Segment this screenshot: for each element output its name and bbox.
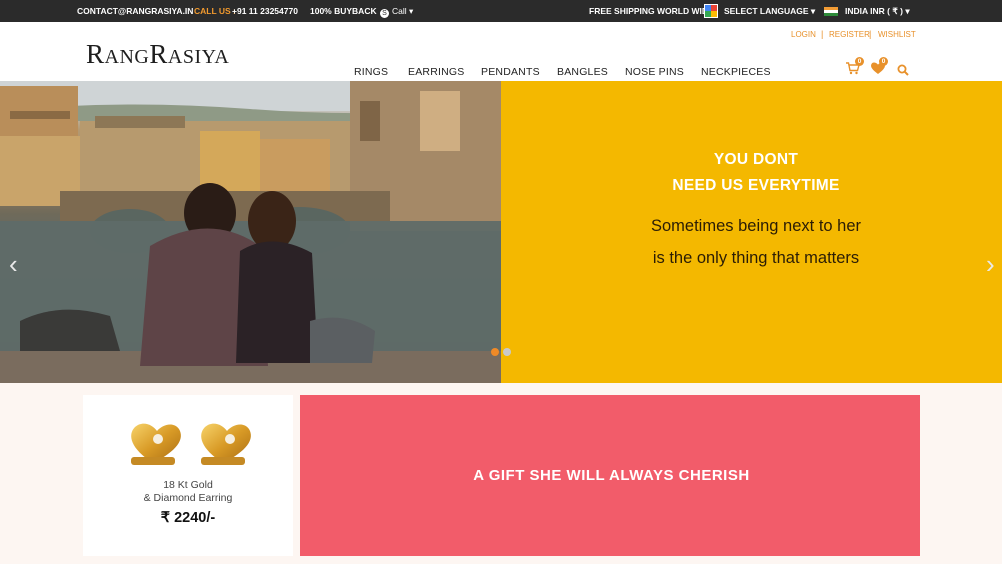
buyback-label: 100% BUYBACK xyxy=(310,6,377,16)
free-shipping-label: FREE SHIPPING WORLD WIDE xyxy=(589,6,714,16)
hero-subtext-line1: Sometimes being next to her xyxy=(650,217,862,235)
search-icon xyxy=(897,64,909,76)
wishlist-button[interactable]: 0 xyxy=(870,57,888,80)
call-dropdown[interactable]: S Call ▾ xyxy=(380,6,413,18)
caret-down-icon: ▾ xyxy=(905,6,910,16)
register-link[interactable]: REGISTER xyxy=(829,30,870,39)
hero-slider: YOU DONT NEED US EVERYTIME Sometimes bei… xyxy=(0,81,1002,383)
chevron-right-icon[interactable]: › xyxy=(986,249,995,280)
nav-rings[interactable]: RINGS xyxy=(354,66,388,78)
product-name-line1: 18 Kt Gold xyxy=(163,479,213,491)
cart-count-badge: 0 xyxy=(855,57,864,66)
product-card[interactable]: 18 Kt Gold & Diamond Earring ₹ 2240/- xyxy=(83,395,293,556)
gift-promo-banner[interactable]: A GIFT SHE WILL ALWAYS CHERISH xyxy=(300,395,920,556)
translate-icon xyxy=(704,4,718,18)
promo-headline: A GIFT SHE WILL ALWAYS CHERISH xyxy=(473,467,750,484)
select-language-label: SELECT LANGUAGE xyxy=(724,6,809,16)
nav-neckpieces[interactable]: NECKPIECES xyxy=(701,66,771,78)
hero-headline-line1: YOU DONT xyxy=(713,151,799,168)
chevron-left-icon[interactable]: ‹ xyxy=(9,249,18,280)
nav-earrings[interactable]: EARRINGS xyxy=(408,66,464,78)
product-price: ₹ 2240/- xyxy=(83,510,293,526)
select-language[interactable]: SELECT LANGUAGE ▾ xyxy=(724,6,815,17)
site-logo[interactable]: RANGRASIYA xyxy=(86,39,229,70)
separator: | xyxy=(869,29,872,39)
hero-headline-line2: NEED US EVERYTIME xyxy=(672,177,840,194)
caret-down-icon: ▾ xyxy=(409,6,414,16)
login-link[interactable]: LOGIN xyxy=(791,30,816,39)
call-us-label: CALL US : xyxy=(194,6,236,16)
nav-nose-pins[interactable]: NOSE PINS xyxy=(625,66,684,78)
hero-subtext-line2: is the only thing that matters xyxy=(652,249,860,267)
wishlist-link[interactable]: WISHLIST xyxy=(878,30,916,39)
nav-bangles[interactable]: BANGLES xyxy=(557,66,608,78)
call-dropdown-label: Call xyxy=(392,6,407,16)
site-header: RANGRASIYA LOGIN | REGISTER | WISHLIST R… xyxy=(0,22,1002,81)
hero-photo-couple-bridge xyxy=(0,81,501,383)
currency-selector[interactable]: INDIA INR ( ₹ ) ▾ xyxy=(845,6,910,17)
slider-dot-2[interactable] xyxy=(503,348,511,356)
nav-pendants[interactable]: PENDANTS xyxy=(481,66,540,78)
wishlist-count-badge: 0 xyxy=(879,57,888,66)
india-flag-icon xyxy=(824,7,838,16)
separator: | xyxy=(821,29,824,39)
top-bar: CONTACT@RANGRASIYA.IN CALL US : +91 11 2… xyxy=(0,0,1002,22)
product-price-value: 2240/- xyxy=(174,510,216,526)
product-name-line2: & Diamond Earring xyxy=(143,492,233,504)
cart-button[interactable]: 0 xyxy=(845,57,864,80)
currency-label: INDIA INR ( ₹ ) xyxy=(845,6,903,16)
phone-number[interactable]: +91 11 23254770 xyxy=(232,6,298,16)
hero-text-panel: YOU DONT NEED US EVERYTIME Sometimes bei… xyxy=(501,81,1002,383)
caret-down-icon: ▾ xyxy=(810,6,816,16)
rupee-icon: ₹ xyxy=(160,510,171,526)
hero-photo-illustration xyxy=(0,81,501,383)
slider-dot-1[interactable] xyxy=(491,348,499,356)
skype-icon: S xyxy=(380,9,389,18)
contact-email[interactable]: CONTACT@RANGRASIYA.IN xyxy=(77,6,193,16)
search-button[interactable] xyxy=(897,63,909,81)
